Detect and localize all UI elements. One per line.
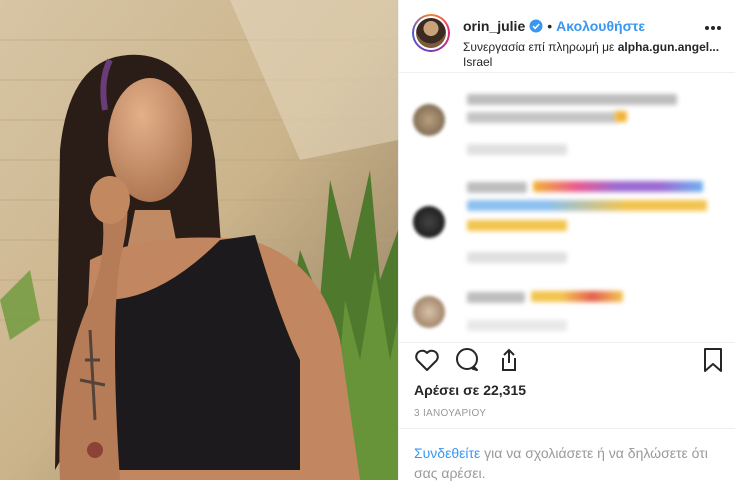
heart-icon[interactable] (413, 347, 441, 378)
comment-avatar[interactable] (413, 296, 445, 328)
likes-count[interactable]: Αρέσει σε 22,315 (414, 382, 526, 398)
comment-emoji-blurred (467, 200, 707, 211)
comment-text-blurred (467, 292, 525, 303)
user-row: orin_julie • Ακολουθήστε (463, 18, 645, 36)
post-image (0, 0, 398, 480)
comment-icon[interactable] (453, 347, 481, 378)
follow-button[interactable]: Ακολουθήστε (556, 18, 645, 34)
login-prompt: Συνδεθείτε για να σχολιάσετε ή να δηλώσε… (399, 428, 735, 481)
comment-emoji-blurred (615, 111, 627, 122)
comment-avatar[interactable] (413, 104, 445, 136)
separator-dot: • (547, 18, 553, 34)
username-link[interactable]: orin_julie (463, 18, 525, 34)
verified-badge-icon (529, 19, 543, 36)
comment-emoji-blurred (467, 220, 567, 231)
login-link[interactable]: Συνδεθείτε (414, 445, 480, 461)
more-options-icon[interactable] (704, 14, 722, 37)
login-text: Συνδεθείτε για να σχολιάσετε ή να δηλώσε… (414, 443, 724, 483)
partnership-prefix: Συνεργασία επί πληρωμή με (463, 40, 618, 54)
comment-text-blurred (467, 94, 677, 105)
post-date[interactable]: 3 ΙΑΝΟΥΑΡΙΟΥ (414, 408, 486, 419)
partner-link[interactable]: alpha.gun.angel... (618, 40, 719, 54)
comment-text-blurred (467, 112, 617, 123)
comment-text-blurred (467, 182, 527, 193)
location-link[interactable]: Israel (463, 55, 492, 69)
post-details-panel: orin_julie • Ακολουθήστε Συνεργασία επί πλ… (398, 0, 735, 481)
comment-emoji-blurred (531, 291, 623, 302)
comment-meta-blurred (467, 320, 567, 331)
comment-meta-blurred (467, 144, 567, 155)
bookmark-icon[interactable] (701, 347, 725, 378)
post-header: orin_julie • Ακολουθήστε Συνεργασία επί πλ… (399, 0, 735, 73)
paid-partnership: Συνεργασία επί πληρωμή με alpha.gun.ange… (463, 40, 725, 54)
comment-avatar[interactable] (413, 206, 445, 238)
comment-meta-blurred (467, 252, 567, 263)
post-actions (399, 342, 735, 379)
avatar[interactable] (412, 14, 450, 52)
comment-emoji-blurred (533, 181, 703, 192)
share-icon[interactable] (495, 347, 523, 378)
post-photo[interactable] (0, 0, 398, 480)
